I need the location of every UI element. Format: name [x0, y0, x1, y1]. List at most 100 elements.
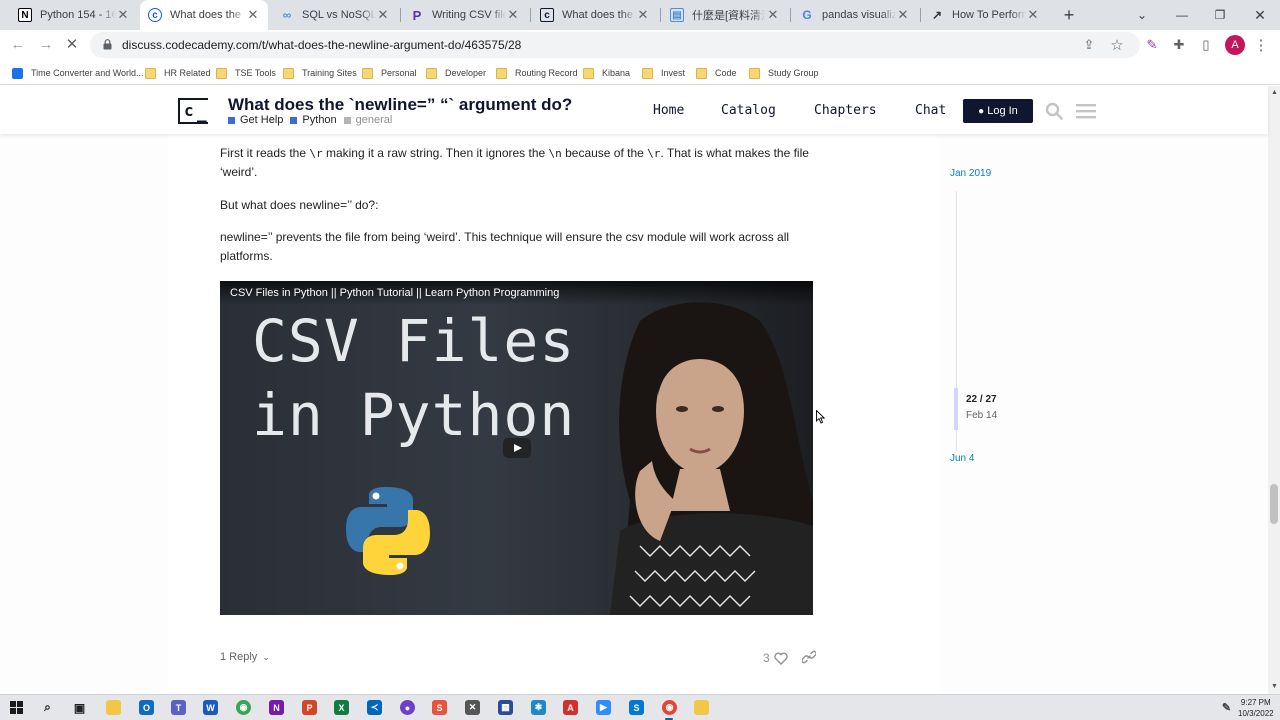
- side-panel-icon[interactable]: ▯: [1197, 36, 1215, 54]
- video-title[interactable]: CSV Files in Python || Python Tutorial |…: [220, 281, 813, 305]
- settings-app-icon[interactable]: ✱: [531, 700, 546, 715]
- address-bar[interactable]: discuss.codecademy.com/t/what-does-the-n…: [90, 32, 1140, 58]
- browser-tab[interactable]: P Writing CSV files in Python ✕: [402, 0, 528, 30]
- task-view-icon[interactable]: ▣: [72, 700, 87, 715]
- like-button[interactable]: 3: [763, 651, 788, 665]
- close-tab-icon[interactable]: ✕: [1026, 7, 1040, 23]
- browser-tab[interactable]: N Python 154 - 163 ✕: [10, 0, 138, 30]
- bookmark-folder[interactable]: Personal: [362, 65, 417, 81]
- minimize-button[interactable]: —: [1162, 0, 1202, 30]
- close-tab-icon[interactable]: ✕: [506, 7, 520, 23]
- pen-tray-icon[interactable]: ✎: [1219, 700, 1234, 715]
- chrome-icon[interactable]: ◉: [236, 700, 251, 715]
- tag-badge[interactable]: general: [343, 114, 392, 126]
- folder-icon: [749, 67, 760, 79]
- word-icon[interactable]: W: [203, 700, 218, 715]
- extensions-icon[interactable]: ✚: [1170, 36, 1188, 54]
- system-clock[interactable]: 9:27 PM 10/3/2022: [1238, 697, 1274, 719]
- browser-tab[interactable]: ▤ 什麼是[資料清洗(Data ✕: [662, 0, 788, 30]
- link-icon[interactable]: [802, 650, 816, 664]
- timeline-start-date[interactable]: Jan 2019: [950, 168, 991, 179]
- acrobat-icon[interactable]: A: [563, 700, 578, 715]
- onenote-icon[interactable]: N: [269, 700, 284, 715]
- outlook-icon[interactable]: O: [139, 700, 154, 715]
- close-tab-icon[interactable]: ✕: [896, 7, 910, 23]
- share-icon[interactable]: ⇪: [1080, 36, 1098, 54]
- bookmark-folder[interactable]: Routing Record: [496, 65, 578, 81]
- zoom-icon[interactable]: ▶: [596, 700, 611, 715]
- chrome-active-icon[interactable]: ◉: [662, 700, 677, 715]
- close-tab-icon[interactable]: ✕: [636, 7, 650, 23]
- remote-desktop-icon[interactable]: ▦: [498, 700, 513, 715]
- close-tab-icon[interactable]: ✕: [246, 7, 260, 23]
- user-icon: ●: [978, 105, 985, 117]
- browser-tab[interactable]: ∞ SQL vs NoSQL: 5 Critical Differences ✕: [272, 0, 398, 30]
- browser-tab-active[interactable]: c What does the `newline` argument do? ✕: [140, 0, 268, 30]
- excel-icon[interactable]: X: [334, 700, 349, 715]
- login-button[interactable]: ● Log In: [963, 99, 1033, 123]
- close-tab-icon[interactable]: ✕: [766, 7, 780, 23]
- profile-avatar[interactable]: A: [1225, 35, 1245, 55]
- browser-menu-icon[interactable]: ⋮: [1252, 36, 1270, 54]
- new-tab-button[interactable]: +: [1059, 5, 1079, 25]
- browser-tab[interactable]: G pandas visualization ✕: [792, 0, 918, 30]
- tab-search-icon[interactable]: ⌄: [1122, 0, 1162, 30]
- codecademy-logo[interactable]: c: [178, 98, 208, 124]
- hamburger-menu-icon[interactable]: [1075, 100, 1097, 122]
- timeline-end-date[interactable]: Jun 4: [950, 453, 974, 464]
- close-tab-icon[interactable]: ✕: [376, 7, 390, 23]
- scroll-down-icon[interactable]: ▼: [1271, 683, 1278, 690]
- pen-extension-icon[interactable]: ✎: [1143, 36, 1161, 54]
- teams-icon[interactable]: T: [171, 700, 186, 715]
- search-icon[interactable]: [1043, 100, 1065, 122]
- s-app-icon[interactable]: S: [432, 700, 447, 715]
- topic-title[interactable]: What does the `newline=” “` argument do?: [228, 95, 572, 115]
- category-badge[interactable]: Python: [290, 114, 337, 126]
- bookmark-folder[interactable]: Training Sites: [283, 65, 357, 81]
- youtube-video-embed[interactable]: CSV Files in Python CSV Files in Python: [220, 281, 813, 615]
- nav-chat[interactable]: Chat: [915, 103, 946, 118]
- forward-button[interactable]: →: [36, 36, 56, 54]
- bookmark-star-icon[interactable]: ☆: [1108, 36, 1126, 54]
- chevron-down-icon: ⌄: [262, 652, 270, 662]
- bookmark-folder[interactable]: Invest: [642, 65, 685, 81]
- bookmark-folder[interactable]: HR Related: [145, 65, 211, 81]
- bookmark-folder[interactable]: Developer: [426, 65, 486, 81]
- windows-start-icon[interactable]: [10, 701, 23, 714]
- scrollbar-thumb[interactable]: [1270, 484, 1278, 524]
- category-badge[interactable]: Get Help: [228, 114, 283, 126]
- bookmark-folder[interactable]: Code: [696, 65, 737, 81]
- back-button[interactable]: ←: [8, 36, 28, 54]
- bookmark-folder[interactable]: Study Group: [749, 65, 819, 81]
- close-window-button[interactable]: ✕: [1240, 0, 1280, 30]
- browser-tab[interactable]: c What does the `newline` argument ✕: [532, 0, 658, 30]
- scroll-up-icon[interactable]: ▲: [1271, 89, 1278, 96]
- lock-icon: [103, 39, 112, 50]
- hevo-icon: ∞: [282, 8, 292, 22]
- vscode-icon[interactable]: ≺: [367, 700, 382, 715]
- page-scrollbar[interactable]: ▲ ▼: [1268, 86, 1280, 694]
- bookmark-item[interactable]: Time Converter and World...: [12, 65, 144, 81]
- folder-app-icon[interactable]: [694, 700, 709, 715]
- timeline-position-date: Feb 14: [966, 410, 998, 421]
- nav-chapters[interactable]: Chapters: [814, 103, 877, 118]
- bookmark-folder[interactable]: TSE Tools: [216, 65, 276, 81]
- timeline-scroll-handle[interactable]: [954, 388, 958, 430]
- stop-loading-button[interactable]: ✕: [62, 36, 82, 54]
- file-explorer-icon[interactable]: [106, 700, 121, 715]
- skype-icon[interactable]: S: [629, 700, 644, 715]
- show-replies-button[interactable]: 1 Reply ⌄: [220, 651, 270, 663]
- browser-tab[interactable]: ↗ How To Perform Data ✕: [922, 0, 1048, 30]
- github-icon[interactable]: ●: [400, 700, 415, 715]
- play-icon[interactable]: [503, 438, 531, 458]
- bookmark-folder[interactable]: Kibana: [583, 65, 630, 81]
- chart-icon: ↗: [931, 8, 943, 22]
- bookmarks-bar: Time Converter and World... HR Related T…: [0, 60, 1280, 85]
- nav-home[interactable]: Home: [653, 103, 684, 118]
- nav-catalog[interactable]: Catalog: [721, 103, 776, 118]
- search-icon[interactable]: ⌕: [40, 700, 55, 715]
- tools-icon[interactable]: ✕: [465, 700, 480, 715]
- powerpoint-icon[interactable]: P: [302, 700, 317, 715]
- restore-button[interactable]: ❐: [1200, 0, 1240, 30]
- close-tab-icon[interactable]: ✕: [116, 7, 130, 23]
